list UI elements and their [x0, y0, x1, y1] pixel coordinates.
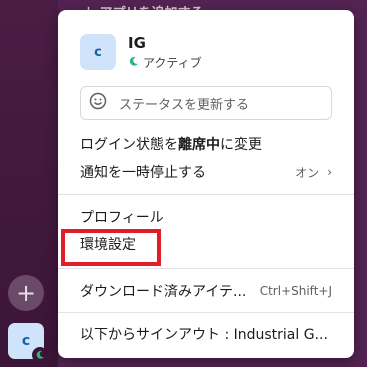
pause-notifications-value: オン [295, 165, 320, 180]
sidebar: + c [0, 0, 58, 367]
status-input-placeholder: ステータスを更新する [119, 97, 250, 113]
sign-out-item[interactable]: 以下からサインアウト : Industrial G... [80, 324, 332, 344]
profile-status: アクティブ [128, 54, 202, 71]
active-status-icon [128, 56, 139, 70]
divider [58, 194, 354, 195]
add-workspace-button[interactable]: + [8, 275, 44, 311]
divider [58, 312, 354, 313]
pause-notifications-label: 通知を一時停止する [80, 165, 206, 181]
user-avatar-button[interactable]: c [8, 323, 48, 363]
profile-name: IG [128, 34, 146, 52]
highlight-annotation [61, 229, 161, 266]
plus-icon: + [15, 279, 37, 307]
set-away-label: ログイン状態を離席中に変更 [80, 137, 262, 153]
sign-out-item-label: 以下からサインアウト : Industrial G... [80, 327, 328, 343]
divider [58, 268, 354, 269]
user-menu: c IG アクティブ ステータスを更新する ログイン状態を離席中に変更 通知を一… [58, 10, 354, 358]
pause-notifications-item[interactable]: 通知を一時停止する オン › [80, 162, 332, 182]
set-away-item[interactable]: ログイン状態を離席中に変更 [80, 134, 332, 154]
status-indicator-icon [32, 347, 48, 363]
status-input[interactable]: ステータスを更新する [80, 86, 332, 120]
profile-avatar: c [80, 34, 116, 70]
downloads-item-label: ダウンロード済みアイテ... [80, 284, 247, 300]
profile-header[interactable]: c IG アクティブ [80, 34, 340, 70]
chevron-right-icon: › [327, 165, 332, 179]
downloads-shortcut: Ctrl+Shift+J [259, 284, 332, 298]
profile-item-label: プロフィール [80, 210, 164, 226]
smiley-icon [89, 92, 107, 114]
profile-item[interactable]: プロフィール [80, 207, 332, 227]
status-label: アクティブ [143, 56, 202, 70]
avatar-initial: c [21, 333, 31, 349]
downloads-item[interactable]: ダウンロード済みアイテ... Ctrl+Shift+J [80, 281, 332, 301]
